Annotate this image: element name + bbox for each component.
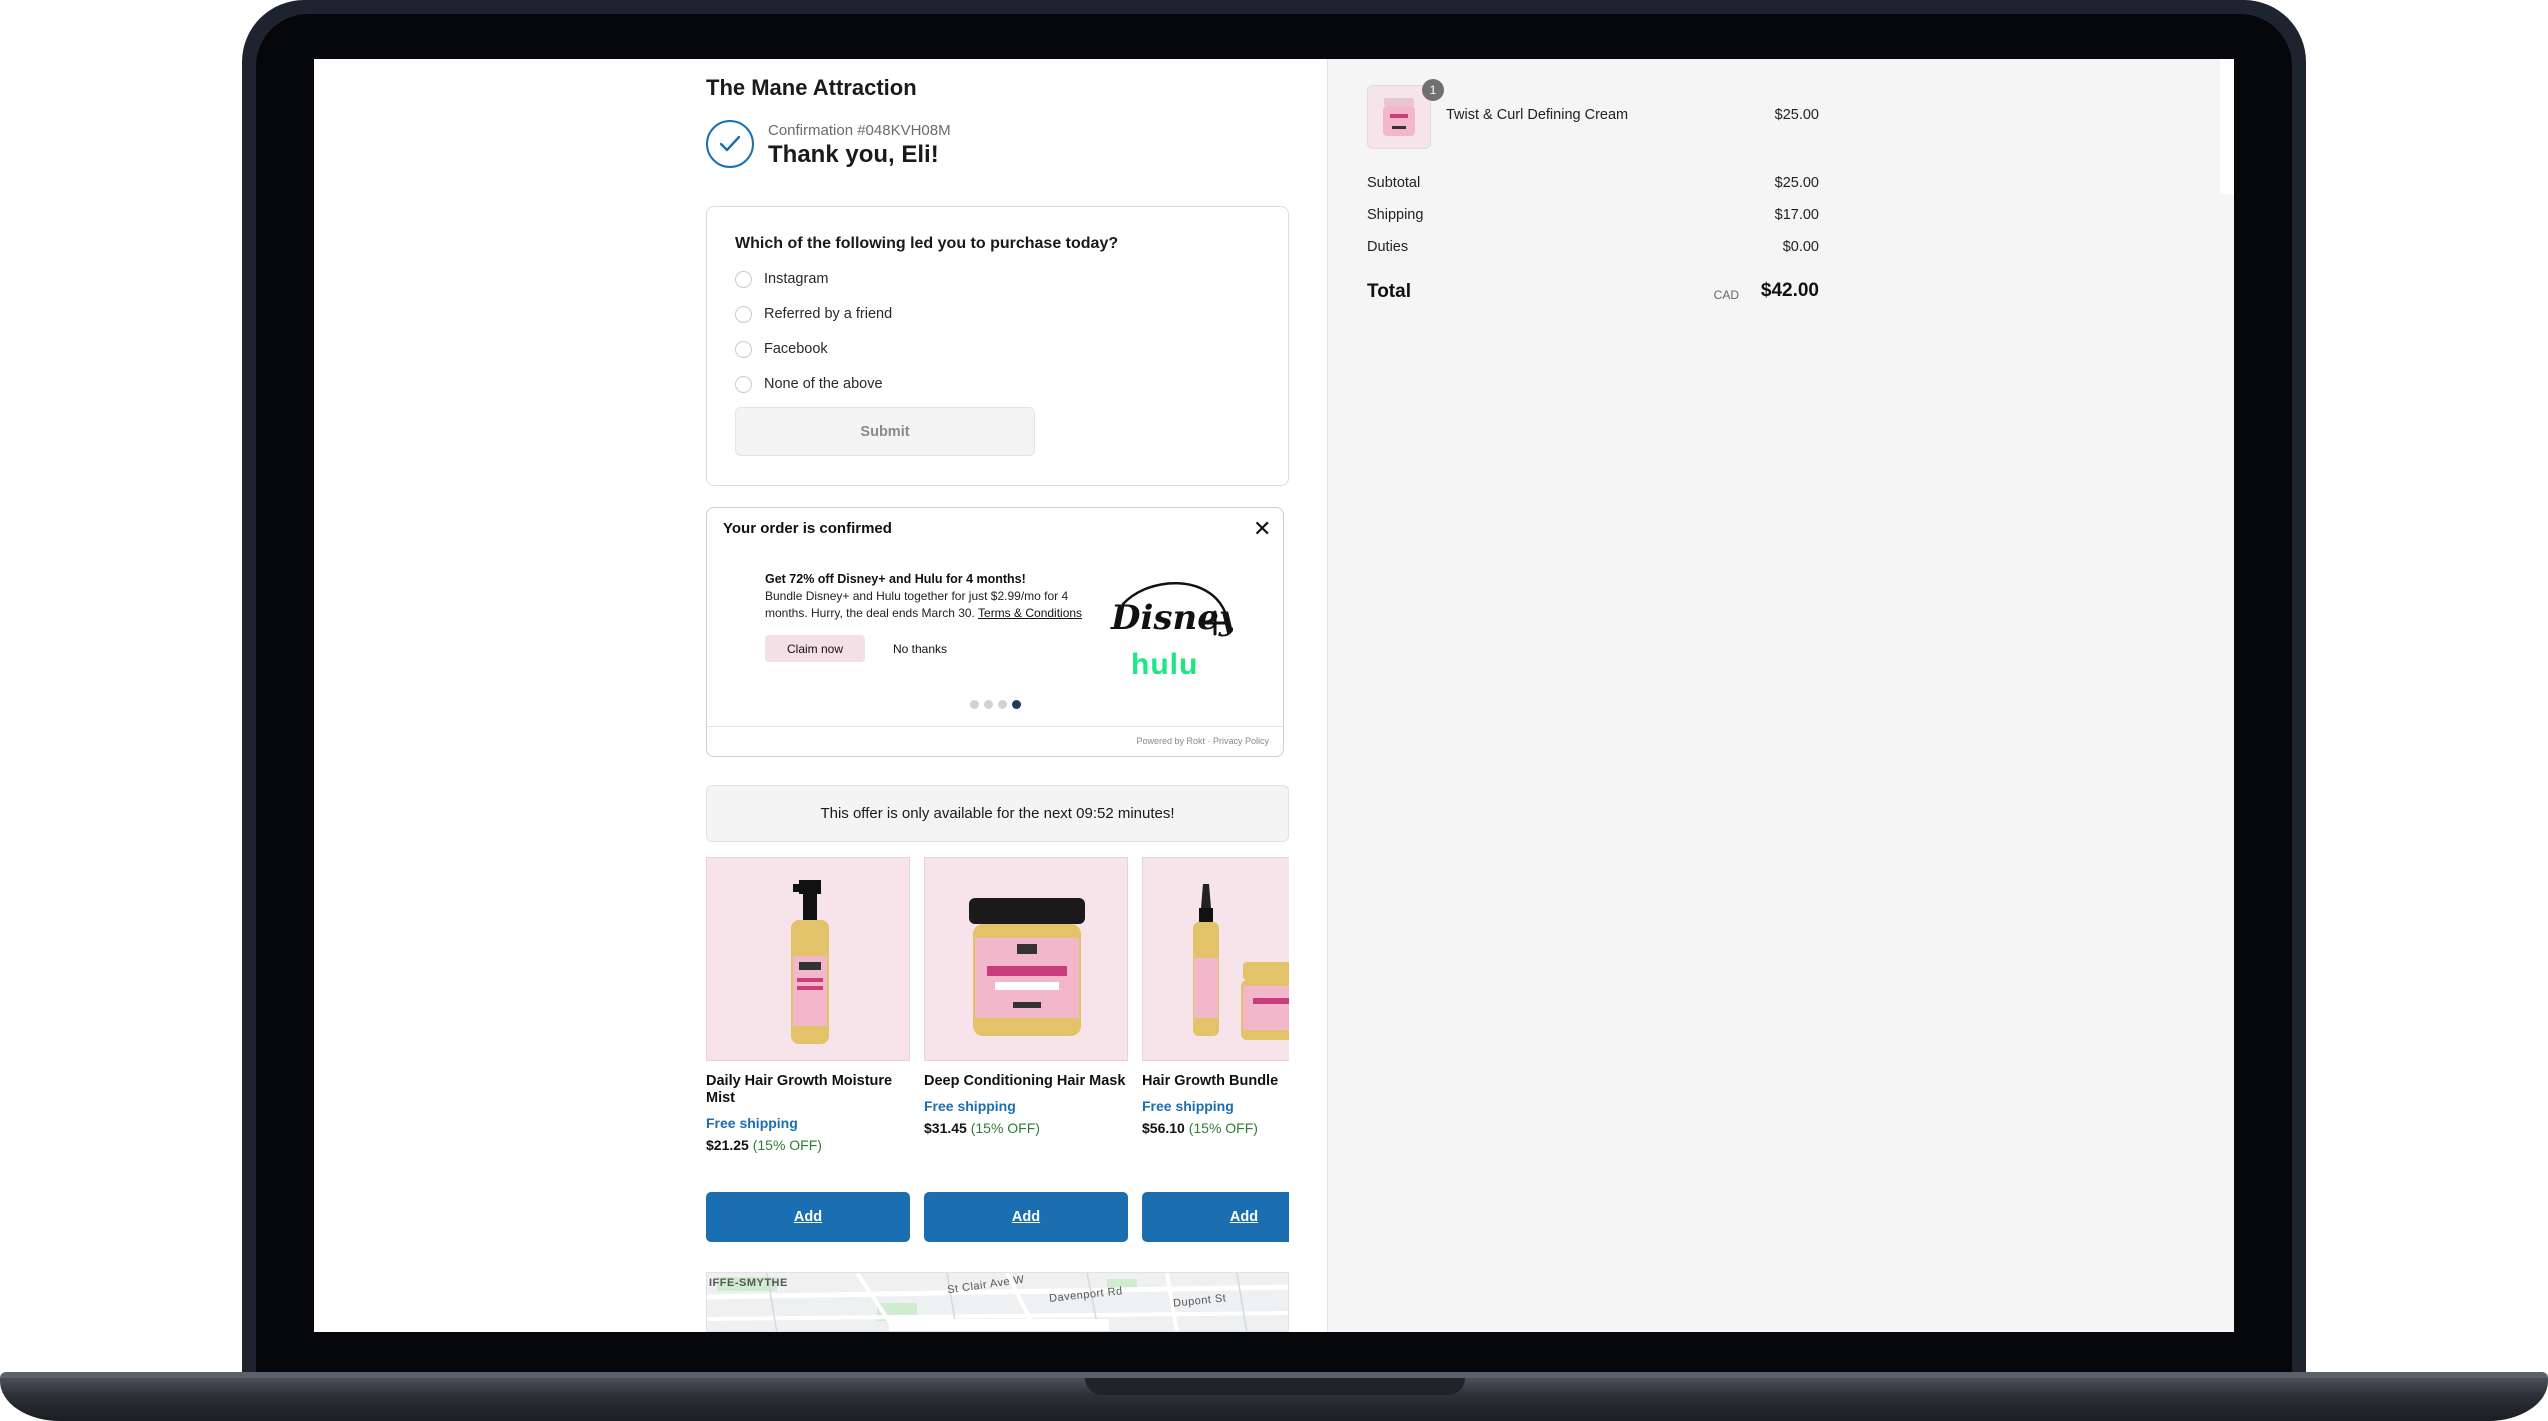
product-card[interactable]: Daily Hair Growth Moisture Mist Free shi…	[706, 857, 910, 1153]
product-thumbnail	[1367, 85, 1431, 149]
total-value: $42.00	[1760, 280, 1819, 301]
radio-button[interactable]	[735, 375, 752, 393]
laptop-notch	[1085, 1378, 1465, 1395]
survey-option-none[interactable]: None of the above	[735, 374, 883, 394]
survey-option-instagram[interactable]: Instagram	[735, 269, 828, 289]
add-button[interactable]: Add	[924, 1192, 1128, 1242]
survey-card: Which of the following led you to purcha…	[706, 206, 1289, 486]
offer-header: Your order is confirmed	[723, 520, 892, 537]
survey-question: Which of the following led you to purcha…	[735, 235, 1119, 252]
shipping-value: $17.00	[1774, 207, 1819, 223]
shop-name: The Mane Attraction	[706, 75, 917, 100]
duties-label: Duties	[1367, 239, 1409, 255]
product-image[interactable]	[1142, 857, 1289, 1061]
carousel-dot[interactable]	[970, 700, 979, 709]
radio-button[interactable]	[735, 270, 752, 288]
close-icon[interactable]: ✕	[1253, 518, 1271, 540]
claim-now-button[interactable]: Claim now	[765, 635, 865, 662]
add-button[interactable]: Add	[1142, 1192, 1289, 1242]
quantity-badge: 1	[1422, 79, 1444, 101]
main-panel: The Mane Attraction Confirmation #048KVH…	[314, 59, 1327, 1332]
total-label: Total	[1367, 281, 1411, 302]
product-shipping: Free shipping	[706, 1115, 798, 1131]
product-image[interactable]	[924, 857, 1128, 1061]
hulu-logo: hulu	[1131, 648, 1199, 681]
submit-button[interactable]: Submit	[735, 407, 1035, 456]
offer-divider	[707, 726, 1283, 727]
survey-option-facebook[interactable]: Facebook	[735, 339, 828, 359]
product-name: Deep Conditioning Hair Mask	[924, 1073, 1126, 1089]
thank-you-heading: Thank you, Eli!	[768, 141, 939, 168]
add-button[interactable]: Add	[706, 1192, 910, 1242]
powered-by-text: Powered by Rokt · Privacy Policy	[1136, 736, 1269, 746]
offer-body: Bundle Disney+ and Hulu together for jus…	[765, 589, 1083, 620]
product-price: $21.25 (15% OFF)	[706, 1137, 822, 1153]
product-shipping: Free shipping	[924, 1098, 1016, 1114]
map[interactable]: IFFE-SMYTHE St Clair Ave W Davenport Rd …	[706, 1272, 1289, 1332]
spray-bottle-image	[791, 880, 829, 1044]
offer-timer: This offer is only available for the nex…	[706, 785, 1289, 842]
hair-mask-jar-image	[969, 898, 1085, 1036]
carousel-dot[interactable]	[984, 700, 993, 709]
carousel-dots	[970, 700, 1021, 709]
carousel-dot[interactable]	[998, 700, 1007, 709]
radio-button[interactable]	[735, 305, 752, 323]
subtotal-value: $25.00	[1774, 175, 1819, 191]
product-price: $56.10 (15% OFF)	[1142, 1120, 1258, 1136]
product-shipping: Free shipping	[1142, 1098, 1234, 1114]
scrollbar[interactable]	[2220, 59, 2234, 194]
duties-value: $0.00	[1782, 239, 1819, 255]
currency-code: CAD	[1713, 288, 1739, 302]
screen: The Mane Attraction Confirmation #048KVH…	[314, 59, 2234, 1332]
offer-title: Get 72% off Disney+ and Hulu for 4 month…	[765, 572, 1026, 586]
product-name: Hair Growth Bundle	[1142, 1073, 1279, 1089]
bundle-image	[1193, 884, 1289, 1040]
radio-button[interactable]	[735, 340, 752, 358]
offer-card: Your order is confirmed ✕ Get 72% off Di…	[706, 507, 1284, 757]
product-card[interactable]: Hair Growth Bundle Free shipping $56.10 …	[1142, 857, 1289, 1136]
terms-link[interactable]: Terms & Conditions	[978, 606, 1082, 620]
product-carousel: Daily Hair Growth Moisture Mist Free shi…	[706, 857, 1289, 1257]
product-name: Daily Hair Growth Moisture Mist	[706, 1073, 893, 1106]
item-price: $25.00	[1774, 107, 1819, 123]
product-card[interactable]: Deep Conditioning Hair Mask Free shippin…	[924, 857, 1128, 1136]
check-icon	[706, 120, 754, 168]
item-name: Twist & Curl Defining Cream	[1446, 107, 1629, 123]
product-price: $31.45 (15% OFF)	[924, 1120, 1040, 1136]
disney-plus-logo: Disney	[1110, 582, 1233, 638]
map-label: IFFE-SMYTHE	[709, 1277, 788, 1289]
cream-jar-image	[1383, 98, 1415, 136]
shipping-label: Shipping	[1367, 207, 1424, 223]
product-image[interactable]	[706, 857, 910, 1061]
order-summary-panel: 1 Twist & Curl Defining Cream $25.00 Sub…	[1327, 59, 2234, 1332]
subtotal-label: Subtotal	[1367, 175, 1421, 191]
survey-option-friend[interactable]: Referred by a friend	[735, 304, 892, 324]
carousel-dot-active[interactable]	[1012, 700, 1021, 709]
no-thanks-button[interactable]: No thanks	[893, 635, 947, 662]
confirmation-number: Confirmation #048KVH08M	[768, 122, 951, 139]
